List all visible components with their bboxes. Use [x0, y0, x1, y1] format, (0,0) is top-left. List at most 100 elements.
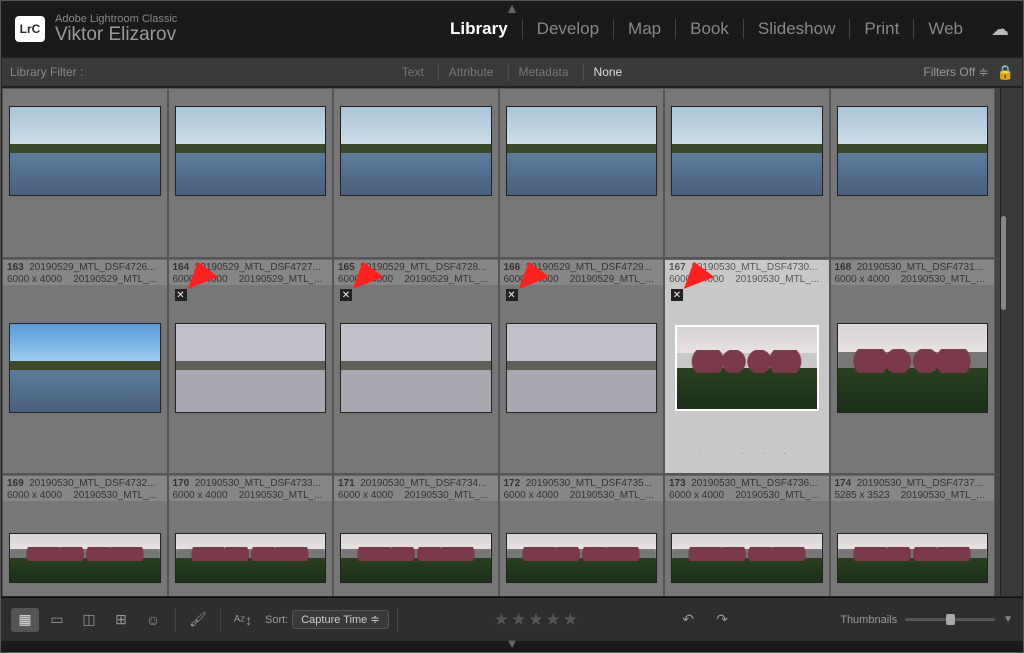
filter-tab-none[interactable]: None — [583, 63, 633, 81]
grid-cell[interactable]: · · · · · — [499, 88, 665, 258]
sort-direction-button[interactable]: ᴬᶻ↕ — [229, 608, 257, 632]
vertical-scrollbar[interactable] — [1000, 88, 1022, 596]
sort-field-dropdown[interactable]: Capture Time ≑ — [292, 610, 388, 629]
color-label-dots[interactable]: · · · · · — [334, 441, 498, 465]
filter-lock-icon[interactable]: 🔒 — [997, 64, 1014, 81]
panel-collapse-top-icon[interactable]: ▲ — [505, 0, 519, 16]
color-label-dots[interactable]: · · · · · — [831, 209, 995, 233]
sort-field-value: 20190530_MTL_... — [239, 490, 323, 501]
photo-thumbnail[interactable] — [9, 323, 161, 413]
grid-cell[interactable]: 163 20190529_MTL_DSF4726... 6000 x 4000 … — [2, 258, 168, 474]
scrollbar-thumb[interactable] — [1001, 216, 1006, 310]
photo-thumbnail[interactable] — [506, 106, 658, 196]
grid-cell[interactable]: · · · · · — [830, 88, 996, 258]
color-label-dots[interactable]: · · · · · — [334, 209, 498, 233]
grid-cell[interactable]: 169 20190530_MTL_DSF4732... 6000 x 4000 … — [2, 474, 168, 596]
photo-thumbnail[interactable] — [175, 323, 327, 413]
photo-thumbnail[interactable] — [340, 323, 492, 413]
compare-view-button[interactable]: ◫ — [75, 608, 103, 632]
color-label-dots[interactable]: · · · · · — [3, 441, 167, 465]
panel-collapse-bottom-icon[interactable]: ▼ — [1, 641, 1023, 651]
grid-cell[interactable]: 174 20190530_MTL_DSF4737... 5285 x 3523 … — [830, 474, 996, 596]
cloud-sync-icon[interactable]: ☁ — [991, 19, 1009, 40]
color-label-dots[interactable]: · · · · · — [665, 209, 829, 233]
index-number: 169 — [7, 478, 24, 489]
photo-thumbnail[interactable] — [837, 533, 989, 583]
star-2[interactable]: ★ — [511, 610, 526, 630]
star-1[interactable]: ★ — [494, 610, 509, 630]
toolbar-options-button[interactable]: ▼ — [1003, 614, 1013, 625]
color-label-dots[interactable]: · · · · · — [500, 441, 664, 465]
rating-stars: ★ ★ ★ ★ ★ — [494, 610, 578, 630]
color-label-dots[interactable]: · · · · · — [3, 209, 167, 233]
grid-cell[interactable]: 173 20190530_MTL_DSF4736... 6000 x 4000 … — [664, 474, 830, 596]
grid-cell[interactable]: 171 20190530_MTL_DSF4734... 6000 x 4000 … — [333, 474, 499, 596]
loupe-view-button[interactable]: ▭ — [43, 608, 71, 632]
cell-metadata: 173 20190530_MTL_DSF4736... 6000 x 4000 … — [665, 475, 829, 501]
photo-thumbnail[interactable] — [340, 106, 492, 196]
cell-metadata: 164 20190529_MTL_DSF4727... 6000 x 4000 … — [169, 259, 333, 285]
filter-tab-attribute[interactable]: Attribute — [438, 63, 504, 81]
filter-tabs: Text Attribute Metadata None — [392, 63, 632, 81]
photo-thumbnail[interactable] — [671, 106, 823, 196]
module-map[interactable]: Map — [614, 19, 676, 39]
photo-thumbnail[interactable] — [506, 533, 658, 583]
sort-label: Sort: — [265, 614, 288, 626]
grid-row: 163 20190529_MTL_DSF4726... 6000 x 4000 … — [2, 258, 1000, 474]
color-label-dots[interactable]: · · · · · — [831, 441, 995, 465]
dimensions: 6000 x 4000 — [338, 274, 393, 285]
color-label-dots[interactable]: · · · · · — [500, 209, 664, 233]
grid-cell[interactable]: · · · · · — [333, 88, 499, 258]
grid-cell[interactable]: 172 20190530_MTL_DSF4735... 6000 x 4000 … — [499, 474, 665, 596]
photo-thumbnail[interactable] — [175, 533, 327, 583]
module-web[interactable]: Web — [914, 19, 977, 39]
grid-cell[interactable]: · · · · · — [2, 88, 168, 258]
painter-tool-button[interactable]: 🖌 — [184, 608, 212, 632]
photo-thumbnail[interactable] — [837, 106, 989, 196]
dimensions: 6000 x 4000 — [173, 490, 228, 501]
grid-cell[interactable]: 164 20190529_MTL_DSF4727... 6000 x 4000 … — [168, 258, 334, 474]
module-develop[interactable]: Develop — [523, 19, 614, 39]
slider-handle[interactable] — [946, 614, 955, 625]
grid-cell[interactable]: 165 20190529_MTL_DSF4728... 6000 x 4000 … — [333, 258, 499, 474]
star-4[interactable]: ★ — [545, 610, 560, 630]
color-label-dots[interactable]: · · · · · — [665, 441, 829, 465]
photo-thumbnail[interactable] — [9, 106, 161, 196]
color-label-dots[interactable]: · · · · · — [169, 441, 333, 465]
star-5[interactable]: ★ — [563, 610, 578, 630]
photo-thumbnail[interactable] — [671, 533, 823, 583]
sort-field-value: 20190530_MTL_... — [735, 490, 819, 501]
rotate-cw-button[interactable]: ↷ — [708, 608, 736, 632]
module-book[interactable]: Book — [676, 19, 744, 39]
module-print[interactable]: Print — [850, 19, 914, 39]
sort-field-value: 20190529_MTL_... — [404, 274, 488, 285]
filters-preset-dropdown[interactable]: Filters Off ≑ — [923, 65, 988, 79]
photo-thumbnail[interactable] — [340, 533, 492, 583]
thumbnail-size-slider[interactable] — [905, 618, 995, 621]
cell-metadata: 165 20190529_MTL_DSF4728... 6000 x 4000 … — [334, 259, 498, 285]
photo-thumbnail[interactable] — [506, 323, 658, 413]
sort-field-value: 20190530_MTL_... — [901, 274, 985, 285]
grid-cell[interactable]: · · · · · — [168, 88, 334, 258]
grid-cell[interactable]: · · · · · — [664, 88, 830, 258]
grid-cell[interactable]: 168 20190530_MTL_DSF4731... 6000 x 4000 … — [830, 258, 996, 474]
filter-tab-metadata[interactable]: Metadata — [507, 63, 578, 81]
grid-view-button[interactable]: ▦ — [11, 608, 39, 632]
filter-label: Library Filter : — [10, 65, 83, 79]
photo-thumbnail[interactable] — [9, 533, 161, 583]
people-view-button[interactable]: ☺ — [139, 608, 167, 632]
star-3[interactable]: ★ — [528, 610, 543, 630]
photo-thumbnail[interactable] — [175, 106, 327, 196]
rotate-ccw-button[interactable]: ↶ — [674, 608, 702, 632]
grid-cell[interactable]: 167 20190530_MTL_DSF4730... 6000 x 4000 … — [664, 258, 830, 474]
photo-thumbnail[interactable] — [675, 325, 819, 411]
photo-thumbnail[interactable] — [837, 323, 989, 413]
survey-view-button[interactable]: ⊞ — [107, 608, 135, 632]
index-number: 171 — [338, 478, 355, 489]
filter-tab-text[interactable]: Text — [392, 63, 434, 81]
grid-cell[interactable]: 170 20190530_MTL_DSF4733... 6000 x 4000 … — [168, 474, 334, 596]
color-label-dots[interactable]: · · · · · — [169, 209, 333, 233]
grid-cell[interactable]: 166 20190529_MTL_DSF4729... 6000 x 4000 … — [499, 258, 665, 474]
module-slideshow[interactable]: Slideshow — [744, 19, 851, 39]
module-library[interactable]: Library — [436, 19, 523, 39]
